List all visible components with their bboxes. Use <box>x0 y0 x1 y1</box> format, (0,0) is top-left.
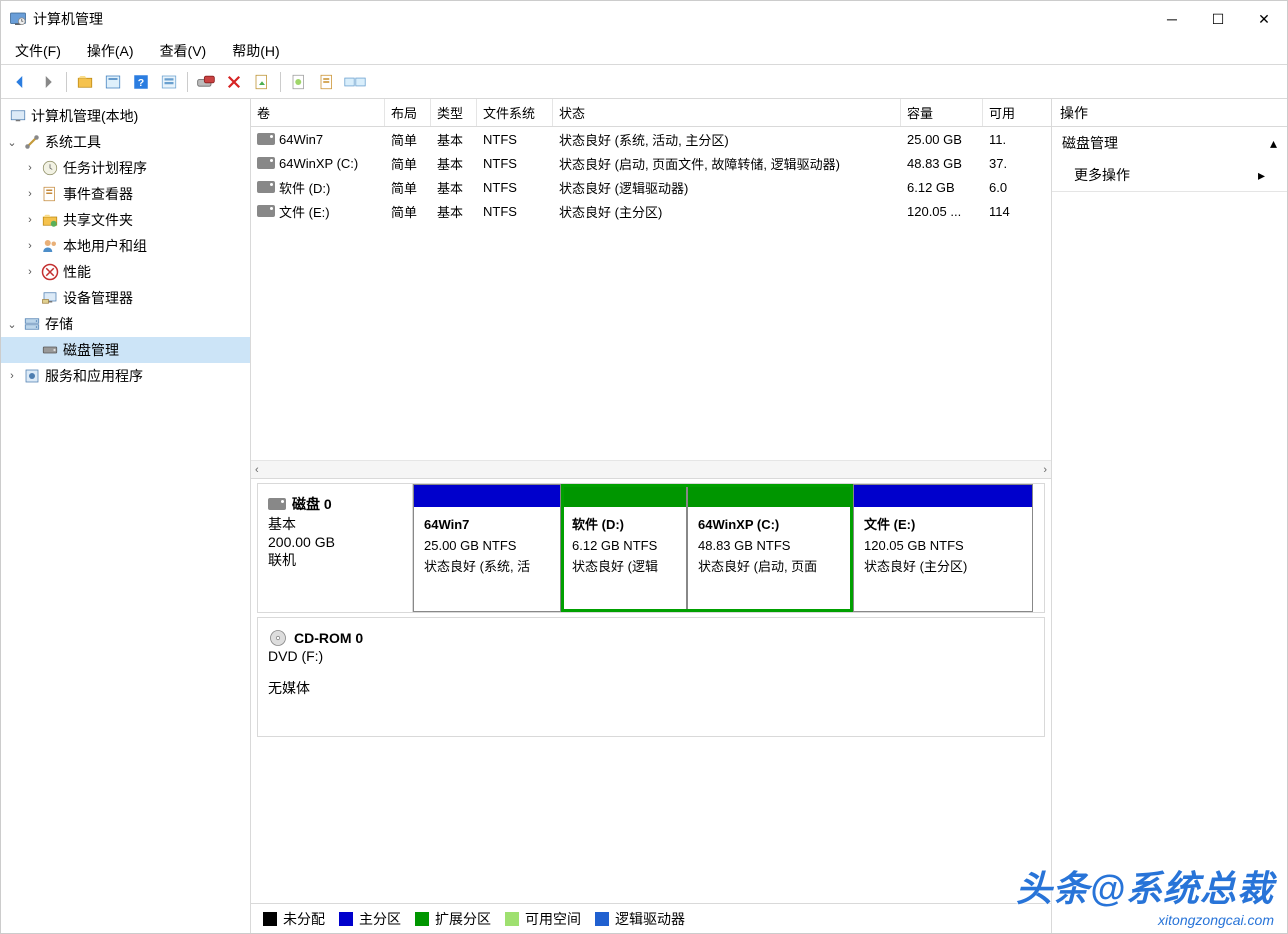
titlebar: 计算机管理 ─ ☐ ✕ <box>1 1 1287 37</box>
tree-disk-mgmt[interactable]: 磁盘管理 <box>1 337 250 363</box>
cdrom-block[interactable]: CD-ROM 0 DVD (F:) 无媒体 <box>257 617 1045 737</box>
tool-btn-1[interactable] <box>72 69 98 95</box>
tree-local-users[interactable]: › 本地用户和组 <box>1 233 250 259</box>
col-volume[interactable]: 卷 <box>251 99 385 126</box>
chevron-right-icon[interactable]: › <box>23 266 37 278</box>
tree-shared-folders[interactable]: › 共享文件夹 <box>1 207 250 233</box>
tree-root[interactable]: 计算机管理(本地) <box>1 103 250 129</box>
tree-device-mgr[interactable]: 设备管理器 <box>1 285 250 311</box>
chevron-down-icon[interactable]: ⌄ <box>5 136 19 149</box>
volume-header: 卷 布局 类型 文件系统 状态 容量 可用 <box>251 99 1051 127</box>
actions-disk-mgmt[interactable]: 磁盘管理 ▴ <box>1052 127 1287 159</box>
partition[interactable]: 文件 (E:)120.05 GB NTFS状态良好 (主分区) <box>853 484 1033 612</box>
tree-event-viewer[interactable]: › 事件查看器 <box>1 181 250 207</box>
table-row[interactable]: 64Win7简单基本NTFS状态良好 (系统, 活动, 主分区)25.00 GB… <box>251 127 1051 151</box>
tool-btn-8[interactable] <box>314 69 340 95</box>
tree-storage[interactable]: ⌄ 存储 <box>1 311 250 337</box>
menu-file[interactable]: 文件(F) <box>9 39 67 63</box>
actions-header: 操作 <box>1052 99 1287 127</box>
toolbar: ? <box>1 65 1287 99</box>
partition[interactable]: 64WinXP (C:)48.83 GB NTFS状态良好 (启动, 页面 <box>687 484 853 612</box>
perf-icon <box>41 263 59 281</box>
delete-icon[interactable] <box>221 69 247 95</box>
disk-icon <box>268 498 286 510</box>
tool-btn-3[interactable]: ? <box>128 69 154 95</box>
tree-sys-tools[interactable]: ⌄ 系统工具 <box>1 129 250 155</box>
watermark: 头条@系统总裁 xitongzongcai.com <box>1016 860 1274 928</box>
col-status[interactable]: 状态 <box>553 99 901 126</box>
col-fs[interactable]: 文件系统 <box>477 99 553 126</box>
actions-pane: 操作 磁盘管理 ▴ 更多操作 ▸ <box>1052 99 1287 933</box>
chevron-right-icon[interactable]: › <box>23 240 37 252</box>
partition[interactable]: 64Win725.00 GB NTFS状态良好 (系统, 活 <box>413 484 561 612</box>
menu-view[interactable]: 查看(V) <box>154 39 213 63</box>
maximize-button[interactable]: ☐ <box>1195 3 1241 35</box>
tool-btn-9[interactable] <box>342 69 368 95</box>
tree-services[interactable]: › 服务和应用程序 <box>1 363 250 389</box>
tool-btn-6[interactable] <box>249 69 275 95</box>
col-free[interactable]: 可用 <box>983 99 1051 126</box>
tool-btn-2[interactable] <box>100 69 126 95</box>
svg-text:?: ? <box>138 76 144 88</box>
tools-icon <box>23 133 41 151</box>
col-type[interactable]: 类型 <box>431 99 477 126</box>
device-icon <box>41 289 59 307</box>
chevron-down-icon[interactable]: ⌄ <box>5 318 19 331</box>
app-icon <box>9 10 27 28</box>
disk-0-block[interactable]: 磁盘 0 基本 200.00 GB 联机 64Win725.00 GB NTFS… <box>257 483 1045 613</box>
col-capacity[interactable]: 容量 <box>901 99 983 126</box>
table-row[interactable]: 64WinXP (C:)简单基本NTFS状态良好 (启动, 页面文件, 故障转储… <box>251 151 1051 175</box>
table-row[interactable]: 软件 (D:)简单基本NTFS状态良好 (逻辑驱动器)6.12 GB6.0 <box>251 175 1051 199</box>
cdrom-icon <box>268 628 288 648</box>
chevron-right-icon[interactable]: › <box>23 188 37 200</box>
col-layout[interactable]: 布局 <box>385 99 431 126</box>
menubar: 文件(F) 操作(A) 查看(V) 帮助(H) <box>1 37 1287 65</box>
chevron-right-icon: ▸ <box>1258 167 1265 184</box>
tool-btn-4[interactable] <box>156 69 182 95</box>
minimize-button[interactable]: ─ <box>1149 3 1195 35</box>
menu-action[interactable]: 操作(A) <box>81 39 140 63</box>
tree-performance[interactable]: › 性能 <box>1 259 250 285</box>
close-button[interactable]: ✕ <box>1241 3 1287 35</box>
users-icon <box>41 237 59 255</box>
computer-icon <box>9 107 27 125</box>
disk-map: 磁盘 0 基本 200.00 GB 联机 64Win725.00 GB NTFS… <box>251 479 1051 903</box>
tool-btn-7[interactable] <box>286 69 312 95</box>
menu-help[interactable]: 帮助(H) <box>226 39 285 63</box>
legend: 未分配 主分区 扩展分区 可用空间 逻辑驱动器 <box>251 903 1051 933</box>
partition[interactable]: 软件 (D:)6.12 GB NTFS状态良好 (逻辑 <box>561 484 687 612</box>
clock-icon <box>41 159 59 177</box>
volume-list: 卷 布局 类型 文件系统 状态 容量 可用 64Win7简单基本NTFS状态良好… <box>251 99 1051 479</box>
chevron-right-icon[interactable]: › <box>23 162 37 174</box>
table-row[interactable]: 文件 (E:)简单基本NTFS状态良好 (主分区)120.05 ...114 <box>251 199 1051 223</box>
chevron-right-icon[interactable]: › <box>23 214 37 226</box>
tree-pane: 计算机管理(本地) ⌄ 系统工具 › 任务计划程序 › 事件查看器 › 共享文件… <box>1 99 251 933</box>
storage-icon <box>23 315 41 333</box>
folder-share-icon <box>41 211 59 229</box>
chevron-right-icon[interactable]: › <box>5 370 19 382</box>
tree-task-sched[interactable]: › 任务计划程序 <box>1 155 250 181</box>
horizontal-scrollbar[interactable]: ‹› <box>251 460 1051 478</box>
forward-button[interactable] <box>35 69 61 95</box>
window-title: 计算机管理 <box>33 9 103 29</box>
actions-more[interactable]: 更多操作 ▸ <box>1052 159 1287 191</box>
event-icon <box>41 185 59 203</box>
collapse-icon: ▴ <box>1270 135 1277 152</box>
back-button[interactable] <box>7 69 33 95</box>
services-icon <box>23 367 41 385</box>
tool-btn-5[interactable] <box>193 69 219 95</box>
disk-icon <box>41 341 59 359</box>
